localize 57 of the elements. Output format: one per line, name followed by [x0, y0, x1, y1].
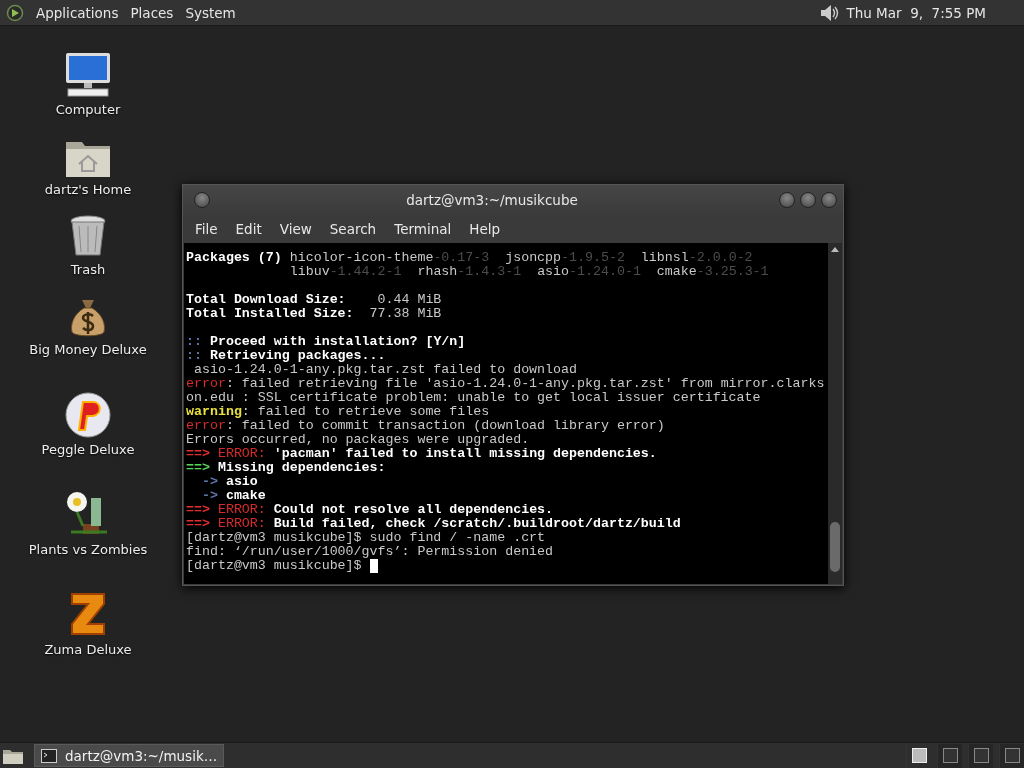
menu-item[interactable]: Terminal — [392, 219, 454, 239]
terminal-line: Total Installed Size: 77.38 MiB — [186, 307, 442, 321]
icon-label[interactable]: Computer — [55, 102, 121, 117]
terminal-line: find: ‘/run/user/1000/gvfs’: Permission denied — [186, 545, 554, 559]
app-menu-icon[interactable] — [6, 3, 24, 22]
terminal-line: ==> Missing dependencies: — [186, 461, 386, 475]
minimize-button[interactable] — [779, 192, 795, 208]
ball-icon — [65, 392, 111, 438]
computer-icon — [64, 50, 112, 98]
icon-label[interactable]: Trash — [70, 262, 106, 277]
window-menu-button[interactable] — [194, 192, 210, 208]
icon-label[interactable]: Zuma Deluxe — [44, 642, 132, 657]
block-icon — [68, 590, 108, 638]
terminal-line: -> asio — [200, 475, 258, 489]
scroll-up-icon[interactable] — [831, 246, 839, 254]
icon-label[interactable]: Plants vs Zombies — [28, 542, 148, 557]
terminal-line: asio-1.24.0-1-any.pkg.tar.zst failed to download — [192, 363, 577, 377]
clock[interactable]: Thu Mar 9, 7:55 PM — [846, 4, 986, 21]
scroll-thumb[interactable] — [830, 522, 840, 572]
terminal-line: [dartz@vm3 musikcube]$ sudo find / -name .crt — [186, 531, 546, 545]
icon-label[interactable]: dartz's Home — [44, 182, 132, 197]
trash-icon — [69, 214, 107, 258]
terminal-line: ==> ERROR: 'pacman' failed to install missing dependencies. — [186, 447, 657, 461]
maximize-button[interactable] — [800, 192, 816, 208]
terminal-line: :: Proceed with installation? [Y/n] — [186, 335, 466, 349]
menu-item[interactable]: Help — [467, 219, 503, 239]
panel-menu[interactable]: System — [185, 4, 236, 21]
terminal-line: Packages (7) hicolor-icon-theme-0.17-3 jsoncpp-1.9.5-2 libnsl-2.0.0-2 — [186, 251, 753, 265]
panel-menu[interactable]: Applications — [36, 4, 119, 21]
workspace-switcher-cell[interactable] — [968, 743, 993, 768]
workspace-switcher-cell[interactable] — [999, 743, 1024, 768]
terminal-line: error: failed retrieving file 'asio-1.24.0-1-any.pkg.tar.zst' from mirror.clarks — [186, 377, 825, 391]
terminal-line: ==> ERROR: Could not resolve all dependencies. — [186, 503, 554, 517]
workspace-switcher-cell[interactable] — [937, 743, 962, 768]
close-button[interactable] — [821, 192, 837, 208]
terminal-line: error: failed to commit transaction (download library error) — [186, 419, 665, 433]
terminal-line: Errors occurred, no packages were upgraded. — [186, 433, 530, 447]
taskbar-button[interactable]: dartz@vm3:~/musik… — [34, 744, 225, 767]
icon-label[interactable]: Peggle Deluxe — [41, 442, 135, 457]
menu-item[interactable]: Edit — [233, 219, 264, 239]
terminal-line: on.edu : SSL certificate problem: unable to get local issuer certificate — [186, 391, 761, 405]
menu-item[interactable]: Search — [327, 219, 379, 239]
terminal-line: [dartz@vm3 musikcube]$ — [186, 559, 363, 573]
terminal-line: ==> ERROR: Build failed, check /scratch/.buildroot/dartz/build — [186, 517, 681, 531]
text-cursor — [369, 559, 378, 573]
window-title: dartz@vm3:~/musikcube — [405, 192, 579, 208]
terminal-line: -> cmake — [200, 489, 266, 503]
icon-label[interactable]: Big Money Deluxe — [29, 342, 147, 357]
panel-menu[interactable]: Places — [130, 4, 174, 21]
terminal-line: Total Download Size: 0.44 MiB — [186, 293, 442, 307]
scrollbar[interactable] — [828, 243, 842, 584]
menu-item[interactable]: File — [193, 219, 220, 239]
terminal-line: warning: failed to retrieve some files — [186, 405, 490, 419]
terminal-line: libuv-1.44.2-1 rhash-1.4.3-1 asio-1.24.0-1 cmake-3.25.3-1 — [288, 265, 769, 279]
menu-item[interactable]: View — [277, 219, 314, 239]
terminal-icon — [41, 748, 57, 763]
terminal-line: :: Retrieving packages... — [186, 349, 386, 363]
